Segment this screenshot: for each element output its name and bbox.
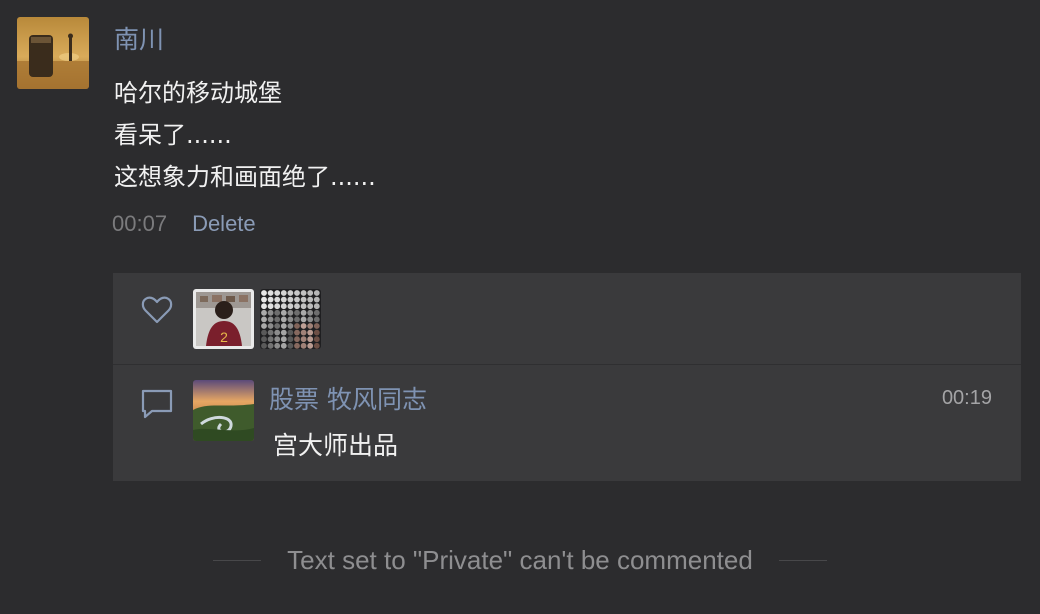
commenter-avatar[interactable] xyxy=(193,380,254,441)
interaction-panel: 2 股票 牧风同志 00:19 宫大师出品 xyxy=(113,273,1021,481)
notice-rule-right xyxy=(778,559,827,561)
comment-item[interactable]: 股票 牧风同志 00:19 宫大师出品 xyxy=(113,365,1021,481)
post-text-line: 看呆了...... xyxy=(114,121,232,149)
author-name[interactable]: 南川 xyxy=(114,24,164,56)
svg-text:2: 2 xyxy=(220,329,228,345)
private-notice: Text set to "Private" can't be commented xyxy=(0,542,1040,578)
notice-rule-left xyxy=(213,559,262,561)
commenter-name[interactable]: 股票 牧风同志 xyxy=(269,382,427,418)
moments-post-detail: 南川 哈尔的移动城堡 看呆了...... 这想象力和画面绝了...... 00:… xyxy=(0,0,1040,614)
post-text-line: 这想象力和画面绝了...... xyxy=(114,163,376,191)
likes-row: 2 xyxy=(113,273,1021,364)
comment-text: 宫大师出品 xyxy=(273,431,399,460)
liker-avatar[interactable] xyxy=(260,289,321,349)
heart-icon xyxy=(141,296,173,324)
post-meta: 00:07 Delete xyxy=(112,209,256,239)
post-time: 00:07 xyxy=(112,211,168,236)
post-text-line: 哈尔的移动城堡 xyxy=(114,79,282,107)
liker-avatar[interactable]: 2 xyxy=(193,289,254,349)
private-notice-text: Text set to "Private" can't be commented xyxy=(287,544,753,575)
author-avatar[interactable] xyxy=(17,17,89,89)
comment-icon xyxy=(141,389,173,419)
comment-time: 00:19 xyxy=(941,387,992,409)
delete-button[interactable]: Delete xyxy=(192,211,256,237)
post-content: 哈尔的移动城堡 看呆了...... 这想象力和画面绝了...... xyxy=(114,72,994,198)
